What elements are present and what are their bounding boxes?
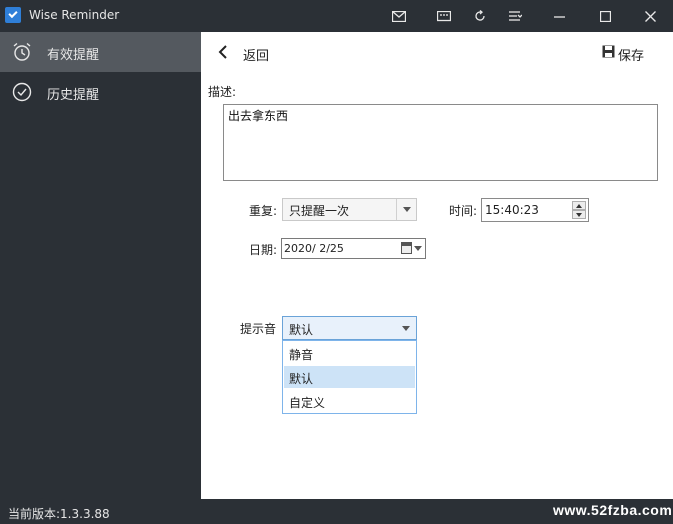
app-title: Wise Reminder xyxy=(29,8,120,22)
date-label: 日期: xyxy=(249,243,278,257)
sidebar-item-history-reminders[interactable]: 历史提醒 xyxy=(0,72,201,112)
sidebar-item-active-reminders[interactable]: 有效提醒 xyxy=(0,32,201,72)
time-label: 时间: xyxy=(449,204,478,218)
watermark: www.52fzba.com xyxy=(553,502,673,518)
dropdown-option-custom[interactable]: 自定义 xyxy=(284,390,415,412)
time-picker[interactable]: 15:40:23 xyxy=(481,198,589,222)
mail-icon[interactable] xyxy=(381,0,417,32)
chevron-down-icon xyxy=(396,317,416,339)
close-icon[interactable] xyxy=(632,0,668,32)
spin-up-icon[interactable] xyxy=(572,201,586,210)
save-icon[interactable] xyxy=(602,45,615,58)
spin-down-icon[interactable] xyxy=(572,210,586,219)
date-picker[interactable]: 2020/ 2/25 xyxy=(281,238,426,259)
feedback-icon[interactable] xyxy=(426,0,462,32)
title-bar: Wise Reminder xyxy=(0,0,673,32)
chevron-down-icon xyxy=(396,199,416,220)
version-text: 当前版本:1.3.3.88 xyxy=(8,507,110,521)
save-button[interactable]: 保存 xyxy=(618,45,644,64)
sound-select[interactable]: 默认 xyxy=(282,316,417,340)
repeat-select-value: 只提醒一次 xyxy=(289,204,350,218)
repeat-select[interactable]: 只提醒一次 xyxy=(282,198,417,221)
calendar-icon[interactable] xyxy=(401,242,412,254)
time-value: 15:40:23 xyxy=(485,203,539,217)
main-panel: 返回 保存 描述: 出去拿东西 重复: 只提醒一次 时间: 15:40:23 日… xyxy=(201,32,673,499)
minimize-icon[interactable] xyxy=(541,0,577,32)
check-circle-icon xyxy=(12,82,32,102)
sidebar-item-label: 历史提醒 xyxy=(47,88,100,103)
date-value: 2020/ 2/25 xyxy=(284,242,344,255)
sound-label: 提示音 xyxy=(240,322,277,336)
sidebar-item-label: 有效提醒 xyxy=(47,48,100,63)
sound-dropdown-list: 静音 默认 自定义 xyxy=(282,340,417,414)
menu-icon[interactable] xyxy=(497,0,533,32)
sound-select-value: 默认 xyxy=(289,323,314,337)
back-button[interactable]: 返回 xyxy=(243,45,269,64)
back-chevron-icon[interactable] xyxy=(217,44,229,60)
repeat-label: 重复: xyxy=(249,204,278,218)
maximize-icon[interactable] xyxy=(587,0,623,32)
sidebar: 有效提醒 历史提醒 xyxy=(0,32,201,499)
description-label: 描述: xyxy=(208,85,237,99)
description-textarea[interactable]: 出去拿东西 xyxy=(223,104,658,181)
refresh-icon[interactable] xyxy=(462,0,498,32)
alarm-clock-icon xyxy=(13,42,31,61)
dropdown-option-mute[interactable]: 静音 xyxy=(284,342,415,364)
status-bar: 当前版本:1.3.3.88 www.52fzba.com xyxy=(0,499,673,524)
app-logo-icon xyxy=(5,7,21,23)
dropdown-option-default[interactable]: 默认 xyxy=(284,366,415,388)
chevron-down-icon[interactable] xyxy=(414,246,422,251)
